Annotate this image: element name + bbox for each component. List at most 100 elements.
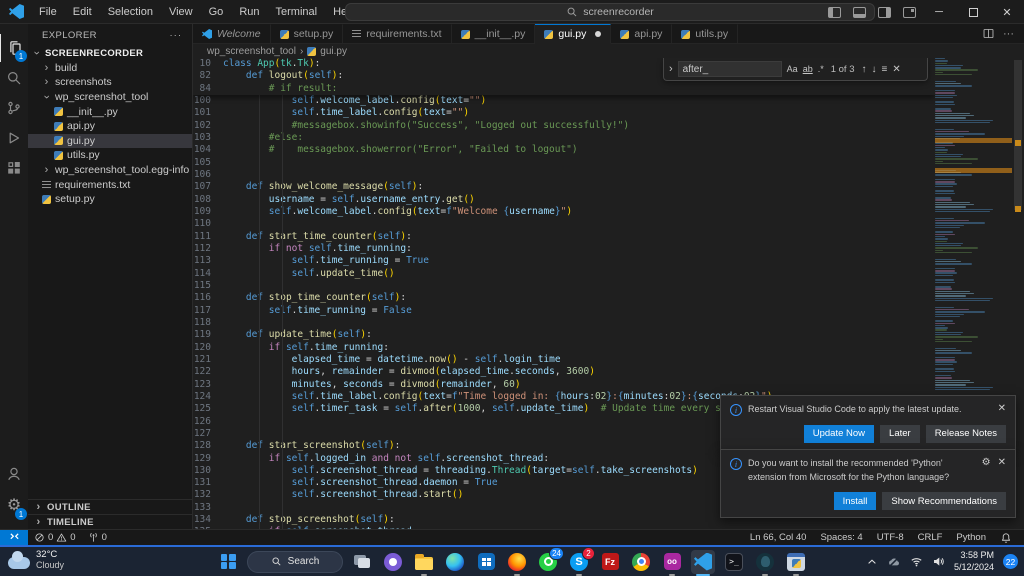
split-editor-icon[interactable] bbox=[982, 27, 995, 40]
activity-run-debug-icon[interactable] bbox=[0, 124, 28, 152]
wifi-icon[interactable] bbox=[910, 555, 923, 568]
toggle-secondary-sidebar-icon[interactable] bbox=[878, 6, 891, 18]
volume-icon[interactable] bbox=[932, 555, 945, 568]
text-file-icon bbox=[42, 180, 51, 189]
tree-item-utils-py[interactable]: utils.py bbox=[28, 148, 192, 163]
taskbar-search-pill[interactable]: Search bbox=[247, 550, 343, 574]
close-button[interactable]: ✕ bbox=[990, 0, 1024, 24]
taskbar-purple-app[interactable]: oo bbox=[660, 550, 684, 574]
notification-settings-icon[interactable]: ⚙ bbox=[982, 457, 991, 468]
tab--init-py[interactable]: __init__.py bbox=[451, 24, 536, 43]
regex-icon[interactable]: .* bbox=[818, 64, 824, 74]
taskbar-file-explorer[interactable] bbox=[412, 550, 436, 574]
notification-close-icon[interactable]: ✕ bbox=[998, 457, 1006, 468]
tab-api-py[interactable]: api.py bbox=[611, 24, 673, 43]
taskbar-search[interactable]: Search bbox=[247, 550, 343, 573]
status-utf-8[interactable]: UTF-8 bbox=[871, 532, 910, 543]
tree-item--init-py[interactable]: __init__.py bbox=[28, 104, 192, 119]
taskbar-task-view[interactable] bbox=[350, 550, 374, 574]
find-in-selection-icon[interactable]: ≡ bbox=[882, 64, 888, 75]
whole-word-icon[interactable]: ab bbox=[803, 64, 813, 74]
install-button[interactable]: Install bbox=[833, 492, 877, 510]
tree-item-api-py[interactable]: api.py bbox=[28, 119, 192, 134]
tree-item-requirements-txt[interactable]: requirements.txt bbox=[28, 177, 192, 192]
ports-indicator[interactable]: 0 bbox=[82, 532, 113, 543]
breadcrumb[interactable]: wp_screenshot_tool › gui.py bbox=[193, 44, 1024, 58]
explorer-more-actions-icon[interactable]: ··· bbox=[170, 30, 183, 41]
status-spaces[interactable]: Spaces: 4 bbox=[814, 532, 868, 543]
menu-run[interactable]: Run bbox=[232, 3, 266, 21]
menu-file[interactable]: File bbox=[32, 3, 64, 21]
taskbar-filezilla[interactable]: Fz bbox=[598, 550, 622, 574]
panel-timeline[interactable]: › TIMELINE bbox=[28, 514, 192, 529]
taskbar-chrome[interactable] bbox=[629, 550, 653, 574]
tree-item-wp-screenshot-tool[interactable]: › wp_screenshot_tool bbox=[28, 90, 192, 105]
previous-match-icon[interactable]: ↑ bbox=[862, 64, 867, 75]
panel-outline[interactable]: › OUTLINE bbox=[28, 499, 192, 514]
tree-root-screenrecorder[interactable]: › SCREENRECORDER bbox=[28, 46, 192, 61]
status-ln[interactable]: Ln 66, Col 40 bbox=[744, 532, 813, 543]
tab-welcome[interactable]: Welcome bbox=[193, 24, 271, 43]
onedrive-paused-icon[interactable] bbox=[887, 555, 901, 569]
taskbar-dark-app[interactable] bbox=[753, 550, 777, 574]
taskbar-whatsapp[interactable]: 24 bbox=[536, 546, 564, 574]
clock[interactable]: 3:58 PM 5/12/2024 bbox=[954, 550, 994, 573]
tab-setup-py[interactable]: setup.py bbox=[270, 24, 344, 43]
show-recommendations-button[interactable]: Show Recommendations bbox=[882, 492, 1006, 510]
find-input[interactable] bbox=[677, 61, 782, 77]
toggle-panel-icon[interactable] bbox=[853, 6, 866, 18]
tree-item-build[interactable]: › build bbox=[28, 61, 192, 76]
later-button[interactable]: Later bbox=[880, 424, 920, 443]
close-find-icon[interactable]: ✕ bbox=[892, 64, 900, 75]
tab-utils-py[interactable]: utils.py bbox=[672, 24, 739, 43]
taskbar-store[interactable] bbox=[474, 550, 498, 574]
toggle-sidebar-icon[interactable] bbox=[828, 6, 841, 18]
errors-warnings[interactable]: 0 0 bbox=[28, 532, 82, 543]
menu-edit[interactable]: Edit bbox=[66, 3, 99, 21]
tree-item-wp-screenshot-tool-egg-info[interactable]: › wp_screenshot_tool.egg-info bbox=[28, 163, 192, 178]
notification-count-badge[interactable]: 22 bbox=[1003, 554, 1018, 569]
taskbar-chat[interactable] bbox=[381, 550, 405, 574]
activity-source-control-icon[interactable] bbox=[0, 94, 28, 122]
menu-go[interactable]: Go bbox=[202, 3, 231, 21]
tab-gui-py[interactable]: gui.py bbox=[535, 24, 612, 44]
taskbar-firefox[interactable] bbox=[505, 550, 529, 574]
tree-item-gui-py[interactable]: gui.py bbox=[28, 133, 192, 149]
command-center-search[interactable]: screenrecorder bbox=[345, 3, 875, 21]
menu-selection[interactable]: Selection bbox=[101, 3, 160, 21]
customize-layout-icon[interactable] bbox=[903, 6, 916, 18]
tree-item-setup-py[interactable]: setup.py bbox=[28, 192, 192, 207]
match-case-icon[interactable]: Aa bbox=[787, 64, 798, 74]
menu-view[interactable]: View bbox=[162, 3, 200, 21]
minimize-button[interactable]: ─ bbox=[922, 0, 956, 24]
taskbar-terminal[interactable]: >_ bbox=[722, 550, 746, 574]
breadcrumb-item[interactable]: gui.py bbox=[307, 46, 347, 57]
bell-icon[interactable] bbox=[994, 532, 1018, 544]
update-now-button[interactable]: Update Now bbox=[803, 424, 875, 443]
modified-dot-icon[interactable] bbox=[595, 31, 602, 37]
taskbar-vscode[interactable] bbox=[691, 549, 715, 574]
notification-close-icon[interactable]: ✕ bbox=[998, 403, 1006, 414]
release-notes-button[interactable]: Release Notes bbox=[925, 424, 1006, 443]
breadcrumb-item[interactable]: wp_screenshot_tool bbox=[207, 46, 296, 57]
next-match-icon[interactable]: ↓ bbox=[872, 64, 877, 75]
activity-search-icon[interactable] bbox=[0, 64, 28, 92]
find-expand-icon[interactable]: › bbox=[669, 63, 673, 75]
status-crlf[interactable]: CRLF bbox=[912, 532, 949, 543]
maximize-button[interactable] bbox=[956, 0, 990, 24]
activity-explorer-icon[interactable]: 1 bbox=[0, 34, 28, 62]
tree-item-screenshots[interactable]: › screenshots bbox=[28, 75, 192, 90]
activity-extensions-icon[interactable] bbox=[0, 154, 28, 182]
tab-requirements-txt[interactable]: requirements.txt bbox=[343, 24, 452, 43]
taskbar-skype[interactable]: S2 bbox=[567, 546, 595, 574]
taskbar-python-app[interactable] bbox=[784, 550, 808, 574]
activity-settings-icon[interactable]: ⚙ 1 bbox=[0, 492, 28, 520]
menu-terminal[interactable]: Terminal bbox=[269, 3, 325, 21]
more-actions-icon[interactable]: ··· bbox=[1003, 28, 1014, 40]
activity-account-icon[interactable] bbox=[0, 460, 28, 488]
status-python[interactable]: Python bbox=[950, 532, 992, 543]
taskbar-edge[interactable] bbox=[443, 550, 467, 574]
tray-expand-icon[interactable] bbox=[866, 556, 878, 568]
taskbar-start[interactable] bbox=[216, 550, 240, 574]
remote-indicator[interactable] bbox=[0, 529, 28, 546]
